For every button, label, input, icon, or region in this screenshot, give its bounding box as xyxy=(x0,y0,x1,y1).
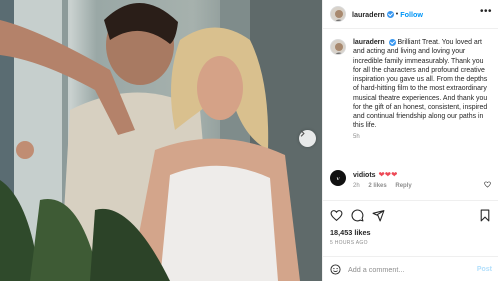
bookmark-icon xyxy=(480,209,490,222)
heart-icon xyxy=(330,210,343,222)
chevron-right-icon xyxy=(300,130,305,137)
comment-text: ❤❤❤ xyxy=(378,170,398,179)
follow-button[interactable]: Follow xyxy=(400,10,423,19)
avatar[interactable]: V xyxy=(330,170,346,186)
post-image xyxy=(0,0,322,281)
comment-item: V vidiots ❤❤❤ 2h 2 likes Reply xyxy=(330,170,492,189)
caption-text: lauradern Brilliant Treat. You loved art… xyxy=(353,38,490,131)
action-bar: 18,453 likes 5 HOURS AGO xyxy=(323,200,498,256)
comment-icon xyxy=(351,209,364,222)
verified-badge-icon xyxy=(386,10,394,18)
more-options-icon[interactable]: ••• xyxy=(480,7,492,17)
next-image-button[interactable] xyxy=(299,130,316,147)
caption-timestamp[interactable]: 5h xyxy=(353,134,490,140)
post-photo[interactable] xyxy=(0,0,322,281)
reply-button[interactable]: Reply xyxy=(395,183,411,189)
caption-username[interactable]: lauradern xyxy=(353,39,385,46)
avatar[interactable] xyxy=(330,39,346,55)
share-icon xyxy=(372,210,385,222)
likes-count[interactable]: 18,453 likes xyxy=(330,228,371,237)
emoji-icon[interactable] xyxy=(330,263,341,275)
post-button[interactable]: Post xyxy=(477,266,492,273)
like-button[interactable] xyxy=(330,209,343,227)
avatar[interactable] xyxy=(330,6,346,22)
post-timestamp: 5 HOURS AGO xyxy=(330,240,368,246)
comment-username[interactable]: vidiots xyxy=(353,172,376,179)
add-comment-bar: Post xyxy=(323,256,498,281)
heart-icon xyxy=(484,181,491,188)
post-header: lauradern • Follow ••• xyxy=(323,0,498,29)
post-sidebar: lauradern • Follow ••• lauradern Brillia… xyxy=(322,0,498,281)
comment-button[interactable] xyxy=(351,209,364,227)
comment-input[interactable] xyxy=(348,264,478,274)
caption-body: Brilliant Treat. You loved art and actin… xyxy=(353,39,488,130)
header-username[interactable]: lauradern xyxy=(352,10,385,19)
separator-dot: • xyxy=(395,10,399,18)
share-button[interactable] xyxy=(372,209,385,227)
save-button[interactable] xyxy=(479,209,491,227)
caption: lauradern Brilliant Treat. You loved art… xyxy=(330,38,492,140)
verified-badge-icon xyxy=(388,38,396,46)
like-comment-button[interactable] xyxy=(484,175,491,193)
comment-timestamp[interactable]: 2h xyxy=(353,183,360,189)
comment-likes[interactable]: 2 likes xyxy=(368,183,386,189)
